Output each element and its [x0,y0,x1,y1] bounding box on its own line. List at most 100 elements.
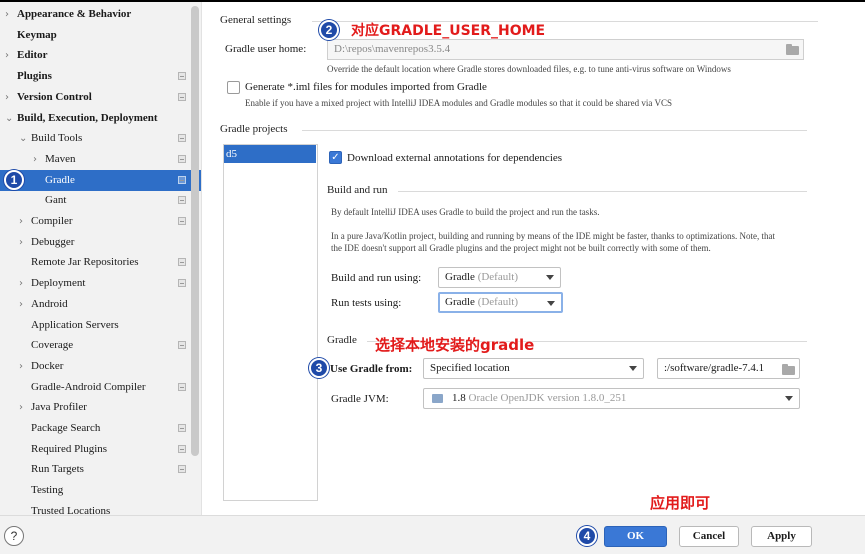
divider [302,130,807,131]
chevron-right-icon[interactable]: › [19,294,23,315]
project-level-settings-icon [178,217,186,225]
sidebar-item-label: Docker [31,359,64,372]
cancel-button[interactable]: Cancel [679,526,739,547]
sidebar-item-required-plugins[interactable]: Required Plugins [0,439,201,460]
sidebar-item-compiler[interactable]: › Compiler [0,211,201,232]
chevron-right-icon[interactable]: › [19,273,23,294]
sidebar-item-gradle[interactable]: Gradle [0,169,201,191]
sidebar-item-build-tools[interactable]: ⌄ Build Tools [0,128,201,149]
gradle-projects-list[interactable]: d5 [223,144,318,501]
use-gradle-from-dropdown[interactable]: Specified location [423,358,644,379]
sidebar-item-label: Required Plugins [31,442,108,455]
gradle-location-field[interactable]: :/software/gradle-7.4.1 [657,358,800,379]
sidebar-item-appearance-behavior[interactable]: › Appearance & Behavior [0,4,201,25]
sidebar-item-label: Remote Jar Repositories [31,256,139,269]
sidebar-item-label: Debugger [31,235,75,248]
sidebar-item-label: Keymap [17,28,57,41]
annotation-apply: 应用即可 [650,494,711,512]
sidebar-item-label: Testing [31,484,64,497]
chevron-right-icon[interactable]: › [19,232,23,253]
chevron-right-icon[interactable]: › [5,4,9,25]
download-annotations-checkbox[interactable]: ✓ [329,151,342,164]
chevron-right-icon[interactable]: › [5,45,9,66]
sidebar-item-gant[interactable]: Gant [0,190,201,211]
sidebar-item-label: Gradle-Android Compiler [31,380,146,393]
run-tests-using-label: Run tests using: [331,297,402,309]
sidebar-item-deployment[interactable]: › Deployment [0,273,201,294]
gradle-section-title: Gradle [327,334,357,346]
sidebar-item-debugger[interactable]: › Debugger [0,232,201,253]
build-run-note-line2: the IDE doesn't support all Gradle plugi… [331,243,711,253]
sidebar-item-remote-jar-repositories[interactable]: Remote Jar Repositories [0,252,201,273]
sidebar-item-docker[interactable]: › Docker [0,356,201,377]
download-annotations-label: Download external annotations for depend… [347,152,563,164]
chevron-right-icon[interactable]: › [19,211,23,232]
sidebar-scrollbar[interactable] [191,6,199,456]
annotation-gradle-user-home: 对应GRADLE_USER_HOME [351,23,546,39]
run-tests-using-dropdown[interactable]: Gradle (Default) [438,292,563,313]
annotation-marker-4: 4 [577,526,597,546]
chevron-right-icon[interactable]: › [5,87,9,108]
sidebar-item-trusted-locations[interactable]: Trusted Locations [0,501,201,515]
project-level-settings-icon [178,279,186,288]
sidebar-item-plugins[interactable]: Plugins [0,66,201,87]
sidebar-item-package-search[interactable]: Package Search [0,418,201,439]
sidebar-item-label: Build Tools [31,132,83,145]
browse-folder-icon[interactable] [786,44,799,55]
apply-button[interactable]: Apply [751,526,812,547]
sidebar-item-label: Version Control [17,90,92,103]
sidebar-item-label: Editor [17,49,48,62]
sidebar-item-label: Plugins [17,70,52,83]
window-right-margin [819,2,865,515]
chevron-right-icon[interactable]: › [19,397,23,418]
generate-iml-checkbox[interactable] [227,81,240,94]
project-level-settings-icon [178,154,186,163]
sidebar-item-editor[interactable]: › Editor [0,45,201,66]
sidebar-item-testing[interactable]: Testing [0,480,201,501]
gradle-jvm-dropdown[interactable]: 1.8 Oracle OpenJDK version 1.8.0_251 [423,388,800,409]
project-level-settings-icon [178,175,186,184]
gradle-projects-title: Gradle projects [220,123,288,135]
sidebar-item-label: Deployment [31,277,86,290]
sidebar-item-gradle-android-compiler[interactable]: Gradle-Android Compiler [0,377,201,398]
sidebar-item-run-targets[interactable]: Run Targets [0,459,201,480]
sidebar-item-keymap[interactable]: Keymap [0,25,201,46]
divider [398,191,807,192]
gradle-user-home-field[interactable]: D:\repos\mavenrepos3.5.4 [327,39,804,60]
project-level-settings-icon [178,92,186,101]
annotation-marker-2: 2 [319,20,339,40]
chevron-down-icon[interactable]: ⌄ [19,128,27,149]
ok-button[interactable]: OK [604,526,667,547]
sidebar-item-label: Build, Execution, Deployment [17,111,158,124]
chevron-right-icon[interactable]: › [33,149,37,170]
build-run-description: By default IntelliJ IDEA uses Gradle to … [331,207,600,217]
build-run-note-line1: In a pure Java/Kotlin project, building … [331,231,776,241]
gradle-user-home-label: Gradle user home: [225,43,307,55]
sidebar-item-build-execution-deployment[interactable]: ⌄ Build, Execution, Deployment [0,108,201,129]
sidebar-item-java-profiler[interactable]: › Java Profiler [0,397,201,418]
project-level-settings-icon [178,424,186,432]
browse-folder-icon[interactable] [782,364,795,375]
use-gradle-from-label: Use Gradle from: [330,363,413,375]
project-level-settings-icon [178,341,186,350]
sidebar-item-android[interactable]: › Android [0,294,201,315]
sidebar-item-coverage[interactable]: Coverage [0,335,201,356]
sidebar-item-label: Gradle [45,173,75,186]
project-item-d5[interactable]: d5 [224,145,316,163]
sidebar-item-application-servers[interactable]: Application Servers [0,315,201,336]
annotation-marker-3: 3 [309,358,329,378]
help-button[interactable]: ? [4,526,24,546]
project-level-settings-icon [178,382,186,391]
project-level-settings-icon [178,444,186,453]
project-level-settings-icon [178,258,186,267]
sidebar-item-label: Application Servers [31,318,119,331]
chevron-right-icon[interactable]: › [19,356,23,377]
chevron-down-icon[interactable]: ⌄ [5,108,13,129]
build-run-using-dropdown[interactable]: Gradle (Default) [438,267,561,288]
project-level-settings-icon [178,72,186,81]
dialog-button-bar: ? OK Cancel Apply [0,515,865,554]
chevron-down-icon [547,301,555,306]
sidebar-item-version-control[interactable]: › Version Control [0,87,201,108]
jdk-folder-icon [432,394,443,403]
sidebar-item-maven[interactable]: › Maven [0,149,201,170]
